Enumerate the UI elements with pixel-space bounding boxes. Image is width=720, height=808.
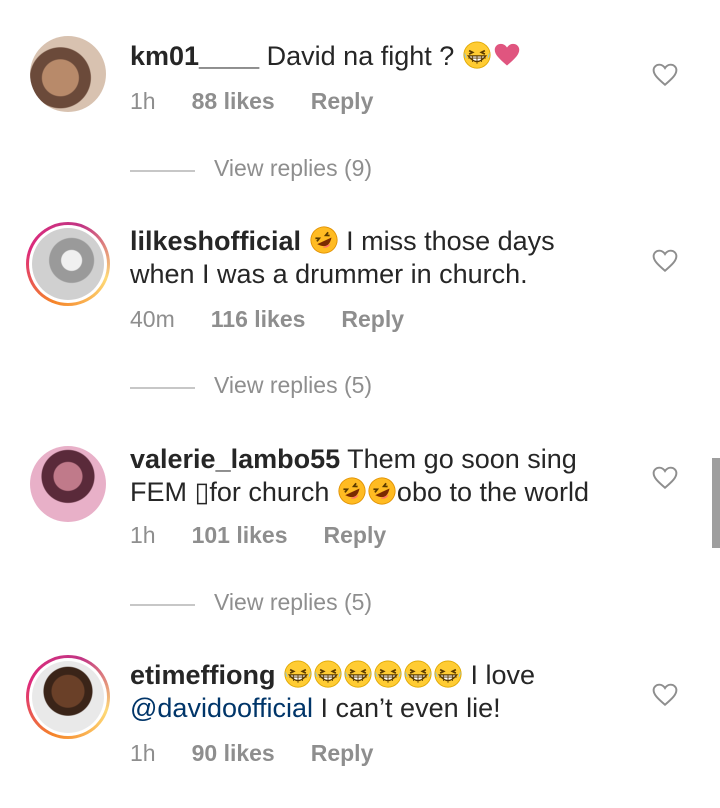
comment-likes[interactable]: 90 likes [192, 740, 275, 766]
heart-outline-icon[interactable] [652, 62, 678, 88]
grinning-squinting-face-emoji [404, 660, 432, 688]
comment-body: I love [470, 660, 536, 690]
comment-body: Them go soon sing [347, 444, 577, 474]
comment-meta: 1h 90 likes Reply [130, 740, 409, 767]
reply-button[interactable]: Reply [341, 306, 404, 332]
view-replies-button[interactable]: View replies (5) [130, 589, 490, 619]
avatar[interactable] [26, 32, 110, 116]
comment-likes[interactable]: 88 likes [192, 88, 275, 114]
comment-meta: 40m 116 likes Reply [130, 306, 440, 333]
red-heart-emoji [494, 43, 520, 66]
comment-text: valerie_lambo55 Them go soon sing FEM ▯f… [130, 443, 630, 509]
rolling-laughing-face-emoji [310, 226, 338, 254]
comment-username[interactable]: km01____ [130, 41, 259, 71]
comment-meta: 1h 101 likes Reply [130, 522, 422, 549]
comment-time: 1h [130, 88, 156, 114]
scrollbar[interactable] [712, 458, 720, 548]
comment-text: etimeffiong I love @davidoofficial I can… [130, 659, 630, 725]
view-replies-label: View replies (9) [214, 155, 373, 181]
view-replies-button[interactable]: View replies (9) [130, 155, 490, 185]
reply-button[interactable]: Reply [311, 88, 374, 114]
avatar[interactable] [26, 222, 110, 306]
avatar-photo [30, 36, 106, 112]
rolling-laughing-face-emoji [368, 477, 396, 505]
grinning-squinting-face-emoji [374, 660, 402, 688]
divider [130, 604, 195, 606]
heart-outline-icon[interactable] [652, 465, 678, 491]
comment-body: FEM ▯for church [130, 477, 330, 507]
divider [130, 170, 195, 172]
avatar-photo [32, 228, 104, 300]
reply-button[interactable]: Reply [311, 740, 374, 766]
avatar-photo [30, 446, 106, 522]
mention-link[interactable]: @davidoofficial [130, 693, 313, 723]
reply-button[interactable]: Reply [324, 522, 387, 548]
comment-body: when I was a drummer in church. [130, 259, 528, 289]
heart-outline-icon[interactable] [652, 248, 678, 274]
comment-body: I miss those days [346, 226, 555, 256]
rolling-laughing-face-emoji [338, 477, 366, 505]
divider [130, 387, 195, 389]
heart-outline-icon[interactable] [652, 682, 678, 708]
view-replies-label: View replies (5) [214, 372, 373, 398]
avatar[interactable] [26, 655, 110, 739]
comment-time: 40m [130, 306, 175, 332]
comment-time: 1h [130, 522, 156, 548]
comment-body: I can’t even lie! [313, 693, 501, 723]
comment-body: David na fight ? [266, 41, 455, 71]
grinning-squinting-face-emoji [434, 660, 462, 688]
comment-likes[interactable]: 116 likes [211, 306, 306, 332]
grinning-squinting-face-emoji [344, 660, 372, 688]
comment-text: lilkeshofficial I miss those days when I… [130, 225, 630, 291]
comment-text: km01____ David na fight ? [130, 40, 630, 73]
comment-meta: 1h 88 likes Reply [130, 88, 409, 115]
comment-username[interactable]: etimeffiong [130, 660, 276, 690]
comment-body: obo to the world [396, 477, 590, 507]
view-replies-label: View replies (5) [214, 589, 373, 615]
grinning-squinting-face-emoji [463, 41, 491, 69]
grinning-squinting-face-emoji [314, 660, 342, 688]
comment-likes[interactable]: 101 likes [192, 522, 288, 548]
comment-username[interactable]: valerie_lambo55 [130, 444, 340, 474]
avatar-photo [32, 661, 104, 733]
comment-time: 1h [130, 740, 156, 766]
avatar[interactable] [26, 442, 110, 526]
view-replies-button[interactable]: View replies (5) [130, 372, 490, 402]
grinning-squinting-face-emoji [284, 660, 312, 688]
comment-username[interactable]: lilkeshofficial [130, 226, 301, 256]
